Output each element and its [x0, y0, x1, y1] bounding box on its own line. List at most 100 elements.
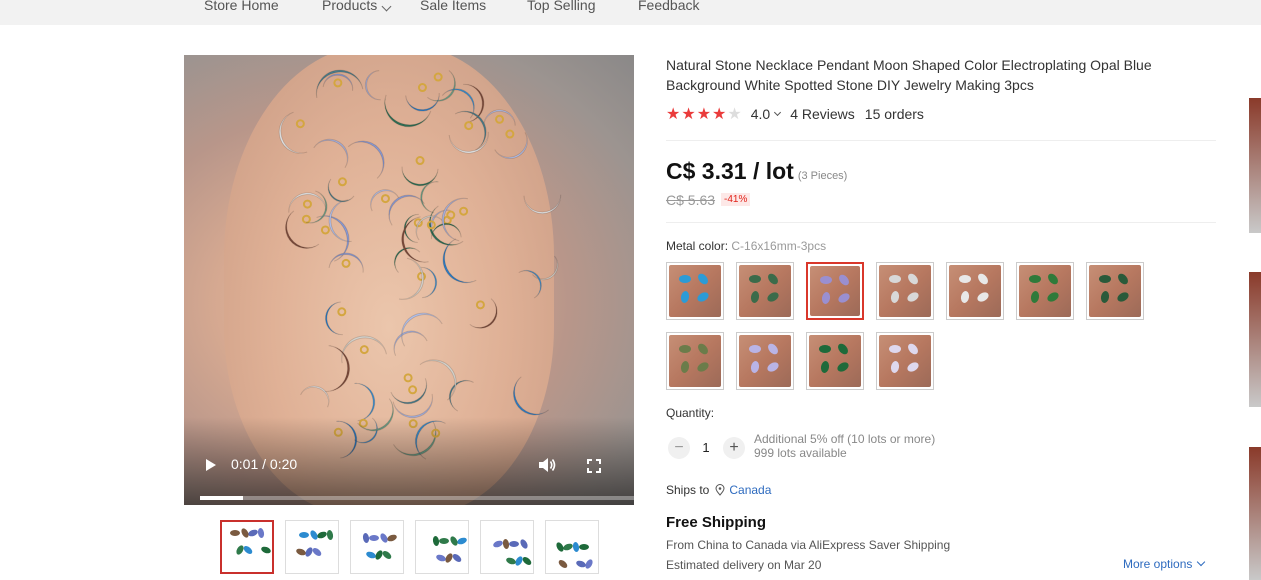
- gold-bail: [505, 129, 515, 139]
- swatch-background: [1019, 265, 1071, 317]
- variant-swatch[interactable]: [806, 332, 864, 390]
- free-shipping: Free Shipping: [666, 514, 767, 531]
- pendant-mark: [579, 544, 589, 550]
- pendant-mark: [521, 555, 533, 567]
- stone-pendant: [313, 138, 349, 169]
- gold-bail: [459, 206, 469, 216]
- pendant-mark: [439, 538, 449, 544]
- stone-pendant: [405, 92, 440, 112]
- stone-pendant: [325, 301, 343, 336]
- pendant-mark: [257, 527, 265, 539]
- pendant-mark: [326, 529, 334, 541]
- recommendation-thumb[interactable]: [1249, 447, 1261, 580]
- stone-pendant: [300, 385, 330, 408]
- stone-pendant: [398, 257, 425, 300]
- stone-pendant: [401, 166, 439, 187]
- thumbnail[interactable]: [415, 520, 469, 574]
- swatch-background: [949, 265, 1001, 317]
- quantity-input[interactable]: [700, 440, 712, 455]
- stone-pendant: [532, 255, 559, 281]
- ship-country-selector[interactable]: Canada: [729, 483, 771, 497]
- variant-swatch[interactable]: [1016, 262, 1074, 320]
- pendant-mark: [369, 535, 379, 541]
- variant-swatch[interactable]: [666, 332, 724, 390]
- pendant-mark: [247, 528, 259, 538]
- thumbnail[interactable]: [220, 520, 274, 574]
- recommendation-thumb[interactable]: [1249, 272, 1261, 407]
- swatch-background: [739, 335, 791, 387]
- pendant-mark: [518, 538, 530, 550]
- gold-bail: [380, 194, 390, 204]
- recommendation-thumb[interactable]: [1249, 98, 1261, 233]
- product-video[interactable]: 0:01 / 0:20: [184, 55, 634, 505]
- variant-swatch[interactable]: [806, 262, 864, 320]
- ships-to-label: Ships to: [666, 483, 710, 497]
- stone-pendant: [428, 205, 464, 246]
- pendant-mark: [260, 545, 272, 555]
- gold-bail: [417, 83, 427, 93]
- pendant-mark: [448, 535, 460, 547]
- stone-pendant: [442, 238, 477, 284]
- gold-bail: [295, 119, 305, 129]
- chevron-down-icon[interactable]: [774, 108, 782, 117]
- pendant-mark: [749, 275, 761, 283]
- thumbnail[interactable]: [480, 520, 534, 574]
- pendant-mark: [820, 276, 832, 284]
- fullscreen-icon[interactable]: [587, 459, 601, 473]
- reviews-link[interactable]: 4 Reviews: [790, 106, 855, 122]
- original-price: C$ 5.63: [666, 192, 716, 208]
- rating-value[interactable]: 4.0: [751, 106, 770, 122]
- pendant-mark: [509, 541, 519, 547]
- swatch-background: [739, 265, 791, 317]
- stone-pendant: [448, 380, 474, 412]
- quantity-increase-button[interactable]: +: [723, 437, 745, 459]
- pendant-mark: [679, 275, 691, 283]
- stone-pendant: [494, 132, 528, 159]
- stone-pendant: [463, 83, 485, 123]
- variant-swatch[interactable]: [1086, 262, 1144, 320]
- variant-swatch[interactable]: [876, 262, 934, 320]
- pendant-mark: [381, 549, 393, 561]
- thumbnail[interactable]: [545, 520, 599, 574]
- swatch-background: [879, 335, 931, 387]
- volume-icon[interactable]: [538, 457, 556, 473]
- stone-pendant: [523, 194, 562, 215]
- pendant-mark: [557, 558, 569, 570]
- pendant-mark: [242, 544, 254, 556]
- play-icon[interactable]: [206, 459, 216, 471]
- stone-pendant: [328, 252, 364, 273]
- variant-swatch[interactable]: [666, 262, 724, 320]
- nav-sale-items[interactable]: Sale Items: [420, 0, 486, 13]
- ships-to: Ships to Canada: [666, 483, 771, 497]
- thumbnail[interactable]: [350, 520, 404, 574]
- stone-pendant: [401, 312, 443, 347]
- variant-swatch[interactable]: [876, 332, 934, 390]
- more-options-label: More options: [1123, 557, 1193, 571]
- gold-bail: [320, 225, 330, 235]
- stone-pendant: [419, 359, 457, 401]
- nav-feedback[interactable]: Feedback: [638, 0, 699, 13]
- pendant-mark: [239, 527, 251, 539]
- estimated-delivery: Estimated delivery on Mar 20: [666, 558, 822, 572]
- pendant-mark: [959, 275, 971, 283]
- pendant-mark: [311, 546, 323, 558]
- variant-swatch[interactable]: [946, 262, 1004, 320]
- pendant-mark: [572, 541, 580, 553]
- gold-bail: [433, 72, 443, 82]
- video-progress-bar[interactable]: [200, 496, 634, 500]
- nav-store-home[interactable]: Store Home: [204, 0, 279, 13]
- more-shipping-options[interactable]: More options: [1123, 557, 1206, 571]
- nav-products[interactable]: Products: [322, 0, 392, 13]
- pendant-mark: [299, 532, 309, 538]
- nav-top-selling[interactable]: Top Selling: [527, 0, 596, 13]
- variant-swatch[interactable]: [736, 262, 794, 320]
- variant-swatch[interactable]: [736, 332, 794, 390]
- star-icon: ★: [727, 106, 742, 123]
- variant-selected: C-16x16mm-3pcs: [731, 239, 827, 253]
- video-time: 0:01 / 0:20: [231, 456, 298, 472]
- quantity-decrease-button[interactable]: −: [668, 437, 690, 459]
- thumbnail[interactable]: [285, 520, 339, 574]
- store-navbar: Store Home Products Sale Items Top Selli…: [0, 0, 1261, 25]
- shipping-route: From China to Canada via AliExpress Save…: [666, 538, 951, 552]
- product-title: Natural Stone Necklace Pendant Moon Shap…: [666, 57, 1152, 93]
